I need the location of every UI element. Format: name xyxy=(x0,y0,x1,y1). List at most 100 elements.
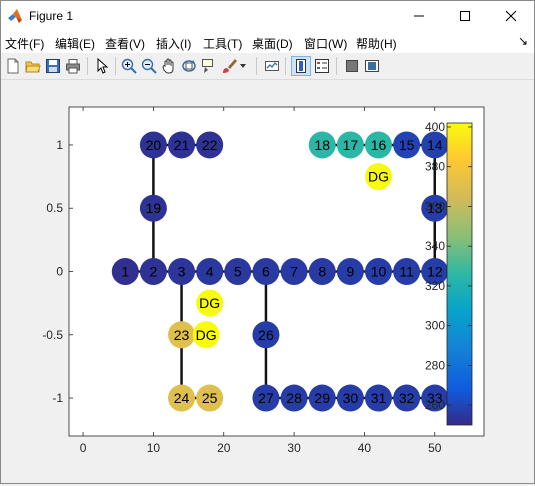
close-icon xyxy=(505,10,517,22)
node-label: 20 xyxy=(146,137,162,153)
x-tick-label: 40 xyxy=(358,441,372,455)
zoom-out-button[interactable] xyxy=(139,56,159,76)
colorbar-tick-label: 380 xyxy=(425,160,445,174)
menu-view[interactable]: 查看(V) xyxy=(105,35,145,52)
node-label: 21 xyxy=(174,137,190,153)
pointer-icon xyxy=(97,58,109,74)
insert-colorbar-button[interactable] xyxy=(291,56,311,76)
save-icon xyxy=(46,59,60,73)
toolbar-separator xyxy=(285,57,286,75)
node-label: 1 xyxy=(121,264,129,280)
title-bar[interactable]: Figure 1 xyxy=(1,1,534,31)
zoom-in-icon xyxy=(121,58,137,74)
pointer-button[interactable] xyxy=(92,56,112,76)
zoom-out-icon xyxy=(141,58,157,74)
matlab-logo-icon xyxy=(8,9,22,23)
node-label: 11 xyxy=(399,264,414,280)
rotate-3d-icon xyxy=(182,60,196,72)
menu-tools[interactable]: 工具(T) xyxy=(203,35,242,52)
node-label: 14 xyxy=(427,137,443,153)
node-label: 18 xyxy=(314,137,330,153)
menu-window[interactable]: 窗口(W) xyxy=(304,35,347,52)
node-label: 8 xyxy=(318,264,326,280)
node-label: 10 xyxy=(371,264,387,280)
x-tick-label: 0 xyxy=(80,441,87,455)
node-label: 16 xyxy=(371,137,387,153)
pan-button[interactable] xyxy=(159,56,179,76)
node-label: 22 xyxy=(202,137,218,153)
figure-canvas: 1 2 3 4 5 6 7 8 9 10 11 12 13 14 15 16 17 18 19 20 21 22 23 24 2… xyxy=(2,80,534,483)
y-tick-label: -1 xyxy=(52,391,63,405)
hide-plot-tools-button[interactable] xyxy=(342,56,362,76)
data-cursor-button[interactable] xyxy=(199,56,219,76)
rotate-3d-button[interactable] xyxy=(179,56,199,76)
colorbar-tick-label: 300 xyxy=(425,319,445,333)
node-label: DG xyxy=(368,169,389,185)
node-label: 31 xyxy=(371,390,387,406)
node-label: 24 xyxy=(174,390,190,406)
node-label: DG xyxy=(196,327,217,343)
show-plot-tools-icon xyxy=(365,60,379,72)
link-plot-button[interactable] xyxy=(262,56,282,76)
node-label: 17 xyxy=(343,137,359,153)
menu-edit[interactable]: 编辑(E) xyxy=(55,35,95,52)
pan-icon xyxy=(162,58,174,74)
x-tick-label: 10 xyxy=(147,441,161,455)
colorbar-tick-label: 320 xyxy=(425,279,445,293)
colorbar-tick-label: 280 xyxy=(425,358,445,372)
node-label: 6 xyxy=(262,264,270,280)
node-label: 15 xyxy=(399,137,415,153)
brush-dropdown-icon xyxy=(240,64,246,68)
brush-dropdown[interactable] xyxy=(237,56,249,76)
menu-file[interactable]: 文件(F) xyxy=(5,35,44,52)
menu-bar: 文件(F) 编辑(E) 查看(V) 插入(I) 工具(T) 桌面(D) 窗口(W… xyxy=(1,31,534,53)
y-tick-label: 1 xyxy=(56,138,63,152)
menu-insert[interactable]: 插入(I) xyxy=(156,35,191,52)
node-label: 26 xyxy=(258,327,274,343)
save-button[interactable] xyxy=(43,56,63,76)
node-label: 12 xyxy=(427,264,443,280)
toolbar-separator xyxy=(115,57,116,75)
minimize-button[interactable] xyxy=(396,1,442,31)
dock-arrow-icon[interactable]: ↘ xyxy=(518,34,528,48)
node-label: 23 xyxy=(174,327,190,343)
maximize-button[interactable] xyxy=(442,1,488,31)
node-label: 19 xyxy=(146,200,162,216)
open-file-button[interactable] xyxy=(23,56,43,76)
toolbar-separator xyxy=(87,57,88,75)
colorbar-tick-label: 260 xyxy=(425,398,445,412)
hide-plot-tools-icon xyxy=(346,60,358,72)
figure-toolbar xyxy=(1,53,534,80)
graph-plot[interactable]: 1 2 3 4 5 6 7 8 9 10 11 121314151617181920 21 222324 2… xyxy=(2,80,534,483)
data-cursor-icon xyxy=(202,59,213,73)
node-label: 25 xyxy=(202,390,218,406)
new-figure-button[interactable] xyxy=(3,56,23,76)
node-label: 29 xyxy=(314,390,330,406)
brush-button[interactable] xyxy=(219,56,239,76)
insert-legend-icon xyxy=(315,59,329,73)
colorbar-gradient xyxy=(446,122,473,426)
menu-desktop[interactable]: 桌面(D) xyxy=(252,35,293,52)
colorbar-tick-label: 360 xyxy=(425,199,445,213)
insert-legend-button[interactable] xyxy=(312,56,332,76)
node-label: 9 xyxy=(346,264,354,280)
node-label: 5 xyxy=(234,264,242,280)
new-figure-icon xyxy=(7,58,19,74)
close-button[interactable] xyxy=(488,1,534,31)
node-label: 7 xyxy=(290,264,298,280)
print-icon xyxy=(66,59,80,74)
show-plot-tools-button[interactable] xyxy=(362,56,382,76)
maximize-icon xyxy=(460,11,470,21)
y-tick-label: 0.5 xyxy=(46,201,63,215)
node-label: 3 xyxy=(178,264,186,280)
print-button[interactable] xyxy=(63,56,83,76)
node-label: 2 xyxy=(150,264,158,280)
node-label: 28 xyxy=(286,390,302,406)
brush-icon xyxy=(223,59,237,73)
colorbar-tick-label: 400 xyxy=(425,120,445,134)
node-label: 27 xyxy=(258,390,274,406)
link-plot-icon xyxy=(265,61,279,71)
menu-help[interactable]: 帮助(H) xyxy=(356,35,397,52)
zoom-in-button[interactable] xyxy=(119,56,139,76)
x-tick-label: 20 xyxy=(217,441,231,455)
